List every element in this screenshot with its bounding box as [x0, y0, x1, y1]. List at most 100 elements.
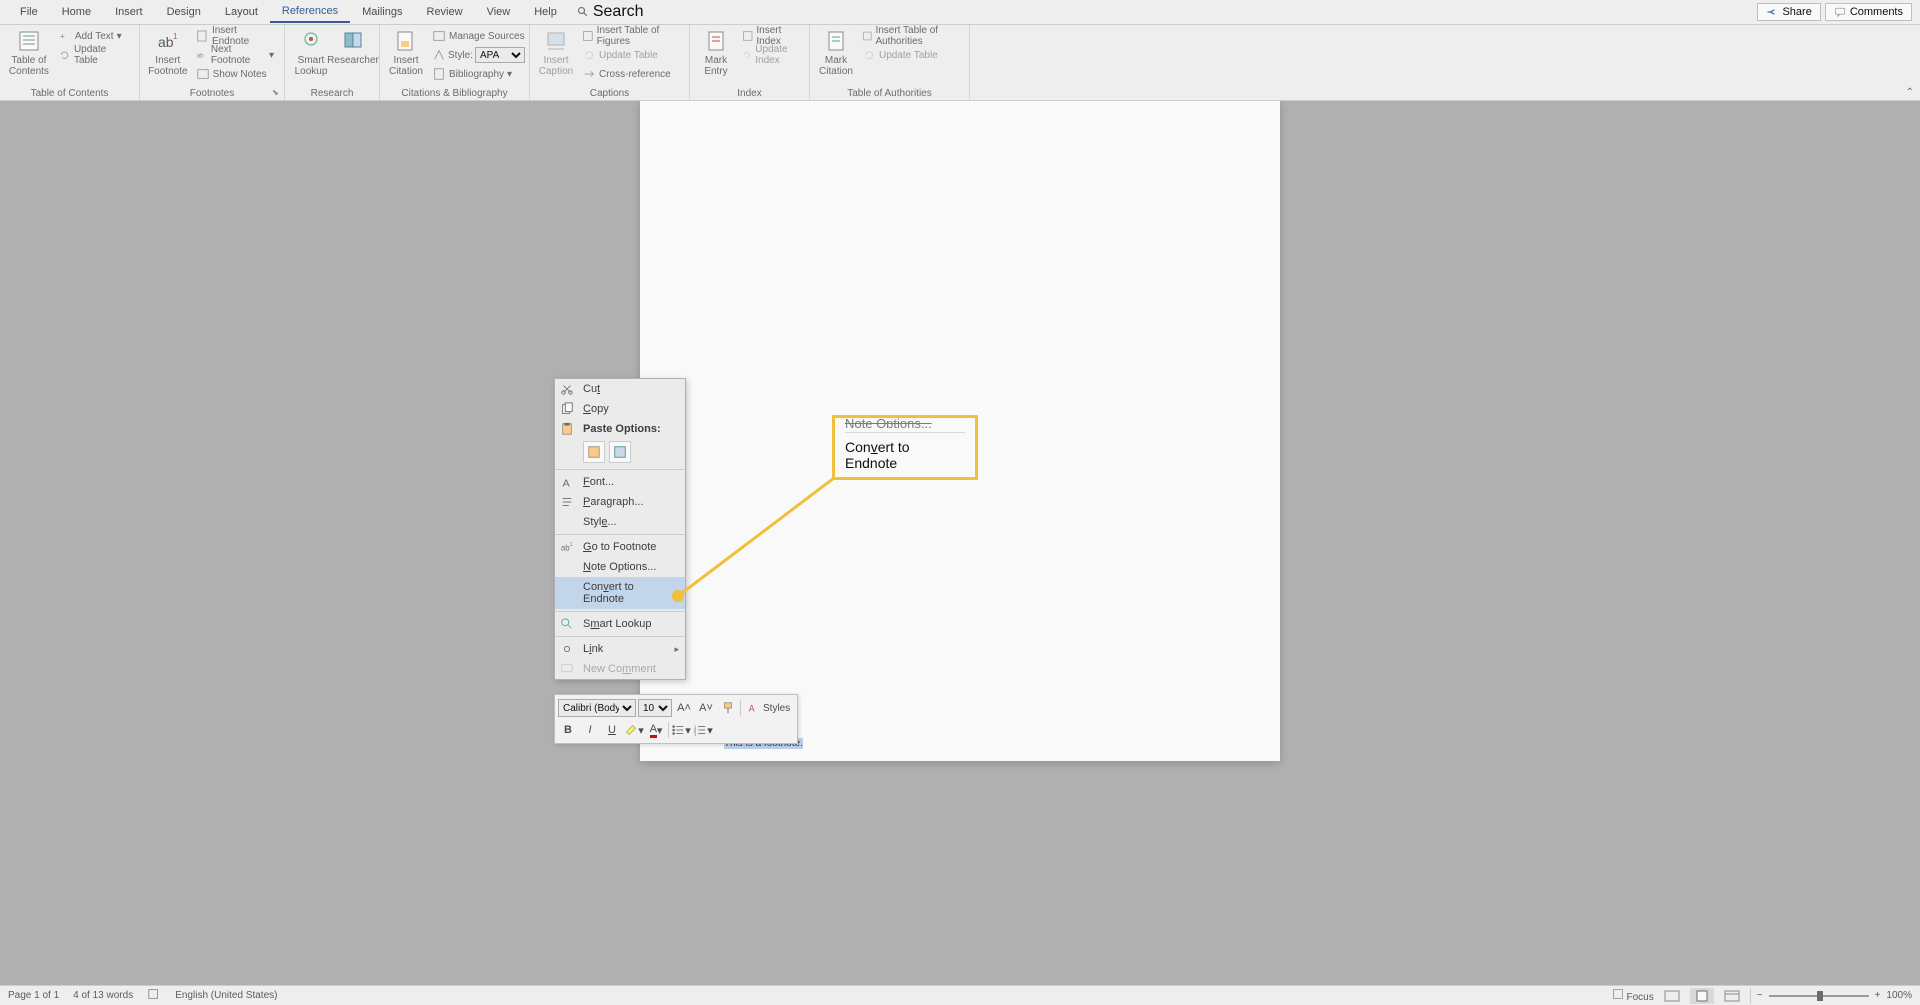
tab-view[interactable]: View	[475, 2, 523, 22]
status-words[interactable]: 4 of 13 words	[73, 990, 133, 1001]
mini-font-select[interactable]: Calibri (Body)	[558, 699, 636, 717]
insert-toa-button[interactable]: Insert Table of Authorities	[858, 27, 963, 45]
mini-size-select[interactable]: 10	[638, 699, 672, 717]
add-text-button[interactable]: +Add Text ▾	[54, 27, 133, 45]
context-convert-to-endnote[interactable]: Convert to Endnote	[555, 577, 685, 609]
tab-references[interactable]: References	[270, 1, 350, 23]
update-caption-table-button[interactable]: Update Table	[578, 46, 683, 64]
view-read-mode[interactable]	[1660, 988, 1684, 1004]
insert-endnote-button[interactable]: Insert Endnote	[192, 27, 278, 45]
insert-citation-button[interactable]: Insert Citation	[386, 27, 426, 79]
context-copy[interactable]: Copy	[555, 399, 685, 419]
mini-bullets[interactable]: ▾	[671, 720, 691, 740]
read-mode-icon	[1664, 990, 1680, 1002]
mini-highlight[interactable]: ▾	[624, 720, 644, 740]
insert-citation-label: Insert Citation	[389, 55, 423, 77]
search-icon	[577, 6, 589, 18]
insert-caption-button[interactable]: Insert Caption	[536, 27, 576, 79]
print-layout-icon	[1694, 990, 1710, 1002]
context-link[interactable]: Link ▸	[555, 639, 685, 659]
zoom-in[interactable]: +	[1875, 990, 1881, 1001]
context-note-options[interactable]: Note Options...	[555, 557, 685, 577]
style-selector[interactable]: Style: APA	[428, 46, 529, 64]
mini-shrink-font[interactable]: A˅	[696, 698, 716, 718]
smart-lookup-button[interactable]: Smart Lookup	[291, 27, 331, 79]
paste-keep-source[interactable]	[583, 441, 605, 463]
numbering-icon: 123	[693, 723, 707, 737]
paste-picture-icon	[613, 445, 627, 459]
context-go-to-footnote[interactable]: ab1 Go to Footnote	[555, 537, 685, 557]
tab-file[interactable]: File	[8, 2, 50, 22]
mini-italic[interactable]: I	[580, 720, 600, 740]
search-button[interactable]: Search	[577, 3, 644, 21]
tab-bar: File Home Insert Design Layout Reference…	[0, 0, 1920, 25]
update-table-button[interactable]: Update Table	[54, 46, 133, 64]
share-button[interactable]: Share	[1757, 3, 1820, 21]
status-focus[interactable]: Focus	[1612, 988, 1654, 1003]
callout-box: Note Options... Convert to Endnote	[832, 415, 978, 480]
mini-font-color[interactable]: A▾	[646, 720, 666, 740]
zoom-level[interactable]: 100%	[1886, 990, 1912, 1001]
status-page[interactable]: Page 1 of 1	[8, 990, 59, 1001]
mini-underline[interactable]: U	[602, 720, 622, 740]
researcher-label: Researcher	[327, 55, 379, 66]
next-footnote-button[interactable]: abNext Footnote ▾	[192, 46, 278, 64]
insert-footnote-button[interactable]: ab1 Insert Footnote	[146, 27, 190, 79]
context-style[interactable]: Style...	[555, 512, 685, 532]
insert-index-button[interactable]: Insert Index	[738, 27, 803, 45]
smart-lookup-icon	[560, 617, 574, 631]
context-font[interactable]: A Font...	[555, 472, 685, 492]
style-select[interactable]: APA	[475, 47, 525, 63]
add-text-icon: +	[58, 29, 72, 43]
comments-button[interactable]: Comments	[1825, 3, 1912, 21]
new-comment-icon	[560, 662, 574, 676]
collapse-ribbon-button[interactable]: ⌃	[1906, 87, 1914, 98]
crossref-icon	[582, 67, 596, 81]
mark-entry-button[interactable]: Mark Entry	[696, 27, 736, 79]
tab-insert[interactable]: Insert	[103, 2, 155, 22]
zoom-thumb[interactable]	[1817, 991, 1823, 1001]
context-cut[interactable]: Cut	[555, 379, 685, 399]
status-language[interactable]: English (United States)	[175, 990, 277, 1001]
insert-index-icon	[742, 29, 753, 43]
insert-tof-button[interactable]: Insert Table of Figures	[578, 27, 683, 45]
insert-footnote-label: Insert Footnote	[148, 55, 187, 77]
update-toa-button[interactable]: Update Table	[858, 46, 963, 64]
highlight-icon	[624, 723, 638, 737]
mini-bold[interactable]: B	[558, 720, 578, 740]
tab-design[interactable]: Design	[155, 2, 213, 22]
mark-citation-button[interactable]: Mark Citation	[816, 27, 856, 79]
view-print-layout[interactable]	[1690, 988, 1714, 1004]
update-icon	[862, 48, 876, 62]
researcher-button[interactable]: Researcher	[333, 27, 373, 68]
tab-help[interactable]: Help	[522, 2, 569, 22]
mini-format-painter[interactable]	[718, 698, 738, 718]
status-proofing[interactable]	[147, 987, 161, 1004]
show-notes-button[interactable]: Show Notes	[192, 65, 278, 83]
mini-grow-font[interactable]: A˄	[674, 698, 694, 718]
svg-text:1: 1	[570, 542, 573, 548]
tab-layout[interactable]: Layout	[213, 2, 270, 22]
mini-numbering[interactable]: 123▾	[693, 720, 713, 740]
zoom-out[interactable]: −	[1757, 990, 1763, 1001]
paste-picture[interactable]	[609, 441, 631, 463]
bibliography-button[interactable]: Bibliography ▾	[428, 65, 529, 83]
tab-review[interactable]: Review	[415, 2, 475, 22]
tab-mailings[interactable]: Mailings	[350, 2, 414, 22]
zoom-slider[interactable]	[1769, 995, 1869, 997]
view-web-layout[interactable]	[1720, 988, 1744, 1004]
mini-styles[interactable]: AStyles	[743, 698, 794, 718]
update-icon	[58, 48, 71, 62]
font-icon: A	[560, 475, 574, 489]
context-new-comment: New Comment	[555, 659, 685, 679]
update-index-button[interactable]: Update Index	[738, 46, 803, 64]
context-paragraph[interactable]: Paragraph...	[555, 492, 685, 512]
manage-sources-button[interactable]: Manage Sources	[428, 27, 529, 45]
cross-reference-button[interactable]: Cross-reference	[578, 65, 683, 83]
tab-home[interactable]: Home	[50, 2, 103, 22]
footnotes-dialog-launcher[interactable]: ⬊	[272, 88, 282, 98]
tof-icon	[582, 29, 594, 43]
mark-entry-icon	[704, 29, 728, 53]
context-smart-lookup[interactable]: Smart Lookup	[555, 614, 685, 634]
table-of-contents-button[interactable]: Table of Contents	[6, 27, 52, 79]
